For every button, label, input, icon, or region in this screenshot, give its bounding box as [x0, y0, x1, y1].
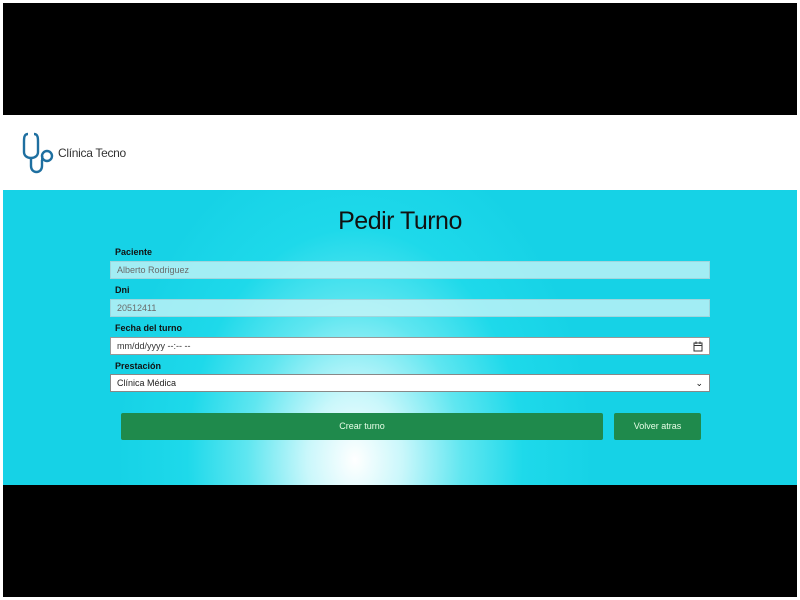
- paciente-label: Paciente: [115, 247, 153, 257]
- dni-field[interactable]: 20512411: [110, 299, 710, 317]
- crear-turno-button[interactable]: Crear turno: [121, 413, 603, 440]
- prestacion-selected: Clínica Médica: [117, 378, 177, 388]
- calendar-icon[interactable]: [693, 341, 703, 352]
- main-content: Pedir Turno Paciente Alberto Rodriguez D…: [3, 190, 797, 485]
- prestacion-label: Prestación: [115, 361, 162, 371]
- chevron-down-icon: ⌄: [695, 378, 703, 388]
- page-title: Pedir Turno: [338, 207, 462, 235]
- fecha-label: Fecha del turno: [115, 323, 183, 333]
- paciente-field[interactable]: Alberto Rodriguez: [110, 261, 710, 279]
- fecha-input[interactable]: mm/dd/yyyy --:-- --: [110, 337, 710, 355]
- dni-label: Dni: [115, 285, 130, 295]
- volver-atras-button[interactable]: Volver atras: [614, 413, 701, 440]
- prestacion-select[interactable]: Clínica Médica ⌄: [110, 374, 710, 392]
- brand-logo[interactable]: Clínica Tecno: [22, 130, 126, 176]
- stethoscope-icon: [22, 132, 54, 173]
- brand-name: Clínica Tecno: [58, 145, 126, 160]
- navbar: Clínica Tecno: [3, 115, 797, 190]
- fecha-placeholder: mm/dd/yyyy --:-- --: [117, 341, 191, 351]
